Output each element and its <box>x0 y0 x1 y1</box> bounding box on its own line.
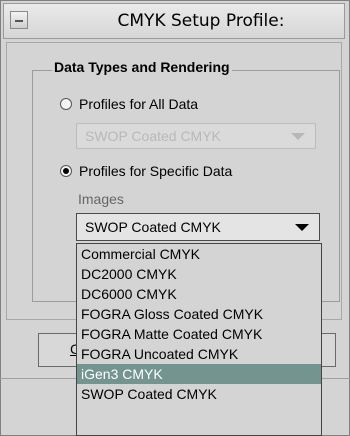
radio-profiles-all-data[interactable]: Profiles for All Data <box>60 96 198 112</box>
minimize-icon <box>15 20 23 22</box>
group-title: Data Types and Rendering <box>52 59 232 75</box>
list-item[interactable]: FOGRA Gloss Coated CMYK <box>77 304 321 324</box>
list-item[interactable]: SWOP Coated CMYK <box>77 384 321 404</box>
list-item[interactable]: Commercial CMYK <box>77 244 321 264</box>
list-item[interactable]: FOGRA Matte Coated CMYK <box>77 324 321 344</box>
chevron-down-icon[interactable] <box>295 224 309 231</box>
images-label: Images <box>78 191 124 207</box>
window-title: CMYK Setup Profile: <box>117 11 285 31</box>
radio-label-all-data: Profiles for All Data <box>79 96 199 112</box>
list-item[interactable]: DC6000 CMYK <box>77 284 321 304</box>
list-item[interactable]: DC2000 CMYK <box>77 264 321 284</box>
radio-profiles-specific-data[interactable]: Profiles for Specific Data <box>60 163 232 179</box>
all-data-combo-value: SWOP Coated CMYK <box>85 128 221 144</box>
all-data-profile-combo: SWOP Coated CMYK <box>76 123 316 149</box>
profile-dropdown-list[interactable]: Commercial CMYK DC2000 CMYK DC6000 CMYK … <box>76 243 322 436</box>
images-profile-combo[interactable]: SWOP Coated CMYK <box>76 213 320 241</box>
list-item-selected[interactable]: iGen3 CMYK <box>77 364 321 384</box>
radio-circle-checked[interactable] <box>60 165 72 177</box>
chevron-down-icon <box>291 133 305 140</box>
list-item[interactable]: FOGRA Uncoated CMYK <box>77 344 321 364</box>
radio-label-specific-data: Profiles for Specific Data <box>79 163 233 179</box>
title-bar: CMYK Setup Profile: <box>3 3 345 39</box>
radio-circle[interactable] <box>60 98 72 110</box>
window-menu-button[interactable] <box>10 11 28 29</box>
images-combo-value: SWOP Coated CMYK <box>85 219 221 235</box>
